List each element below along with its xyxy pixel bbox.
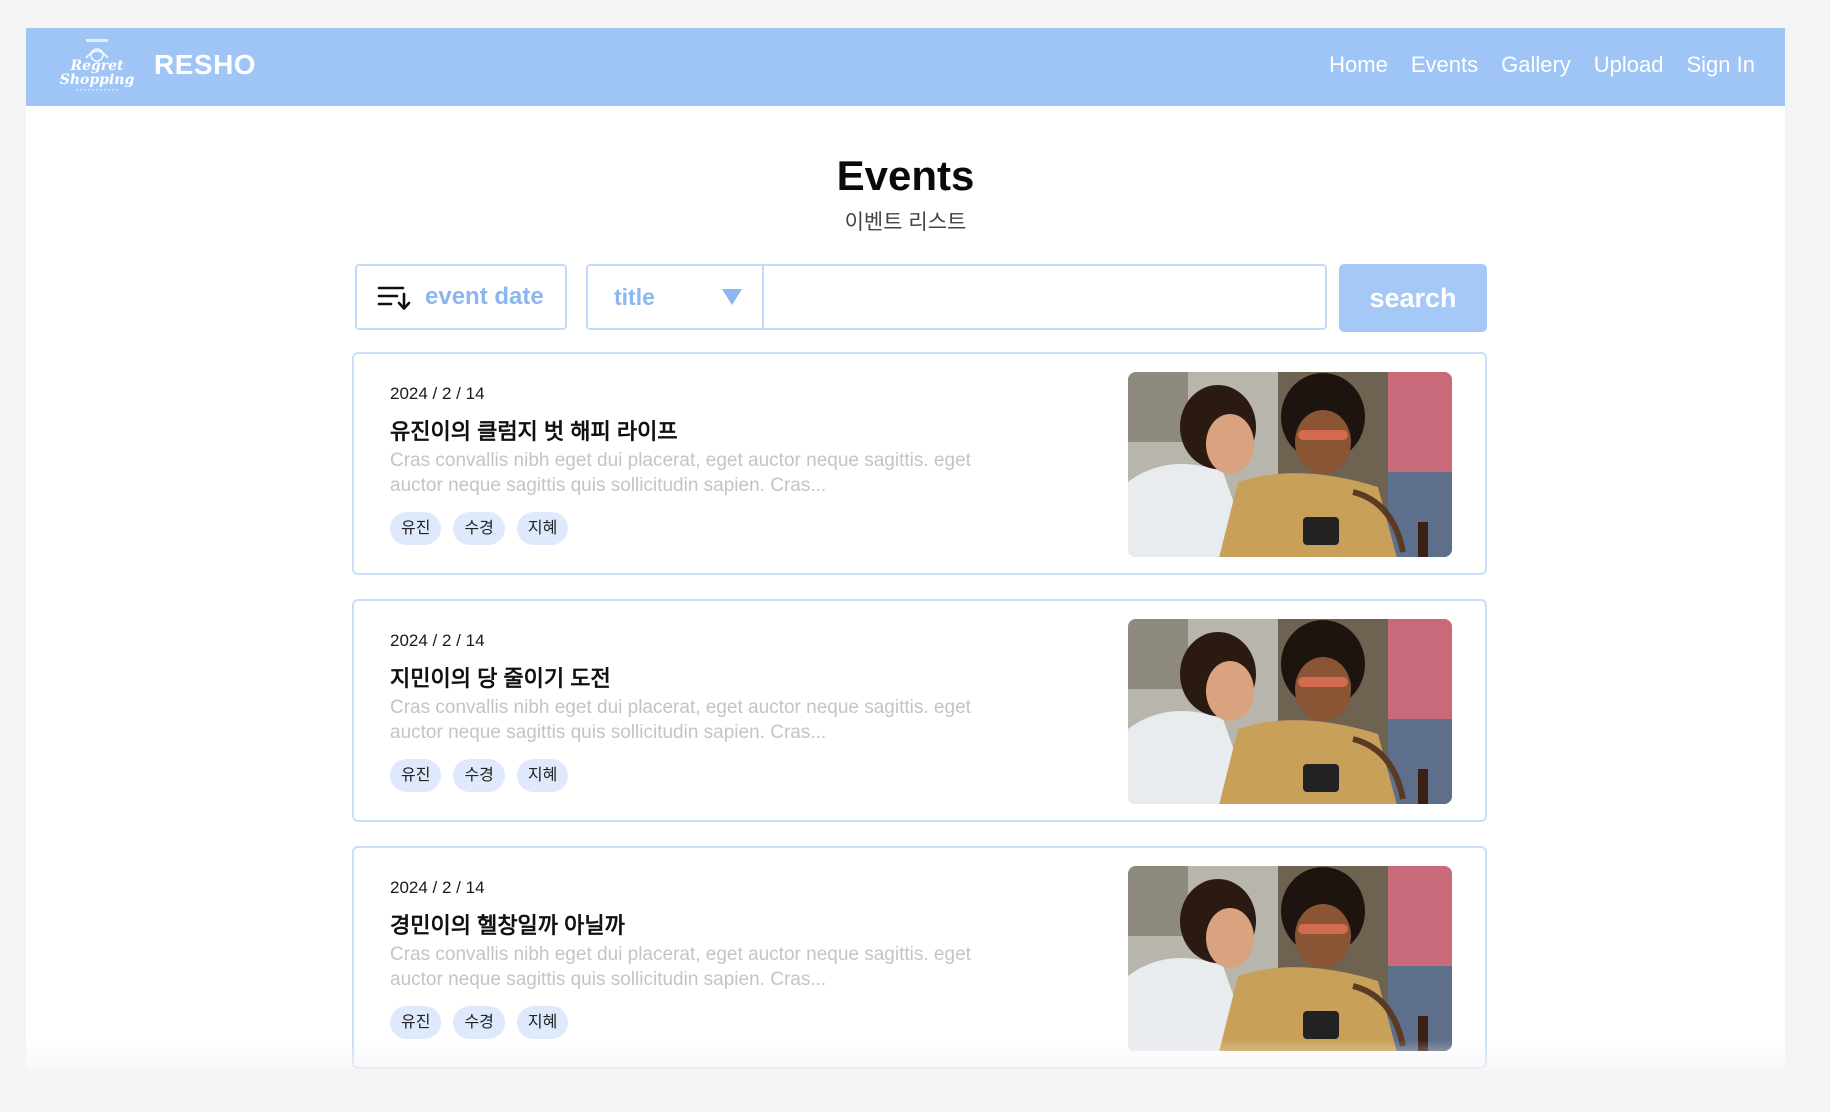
event-image[interactable] xyxy=(1128,619,1452,804)
sort-label: event date xyxy=(425,283,544,310)
sort-button[interactable]: event date xyxy=(355,264,567,330)
tag[interactable]: 수경 xyxy=(453,759,505,792)
brand-name[interactable]: RESHO xyxy=(154,49,256,81)
logo[interactable]: Regret Shopping xyxy=(56,38,138,96)
event-date: 2024 / 2 / 14 xyxy=(390,878,485,897)
event-description-line: Cras convallis nibh eget dui placerat, e… xyxy=(390,697,971,718)
chevron-down-icon xyxy=(722,289,742,305)
nav-links: Home Events Gallery Upload Sign In xyxy=(1329,52,1755,78)
event-title[interactable]: 경민이의 헬창일까 아닐까 xyxy=(390,908,625,940)
search-input[interactable] xyxy=(764,266,1325,328)
tag[interactable]: 지혜 xyxy=(516,512,569,545)
event-description-line: auctor neque sagittis quis sollicitudin … xyxy=(390,475,827,496)
bottom-fade xyxy=(26,1040,1785,1070)
event-description-line: Cras convallis nibh eget dui placerat, e… xyxy=(390,450,971,471)
nav-sign-in[interactable]: Sign In xyxy=(1687,52,1756,78)
event-card[interactable]: 2024 / 2 / 14 지민이의 당 줄이기 도전 Cras convall… xyxy=(352,599,1487,822)
page-title: Events xyxy=(836,152,975,199)
logo-icon: Regret Shopping xyxy=(60,39,135,91)
nav-gallery[interactable]: Gallery xyxy=(1501,52,1571,78)
app-window: Regret Shopping RESHO Home Events Galler… xyxy=(26,28,1785,1070)
event-tags: 유진 수경 지혜 xyxy=(390,512,569,545)
event-description: Cras convallis nibh eget dui placerat, e… xyxy=(390,942,1040,992)
event-description: Cras convallis nibh eget dui placerat, e… xyxy=(390,695,1040,745)
filter-selected-value: title xyxy=(614,283,655,310)
search-filter-select[interactable]: title xyxy=(588,266,764,328)
event-photo xyxy=(1128,619,1452,804)
nav-home[interactable]: Home xyxy=(1329,52,1388,78)
tag[interactable]: 수경 xyxy=(453,512,505,545)
tag[interactable]: 수경 xyxy=(453,1006,505,1039)
tag[interactable]: 지혜 xyxy=(516,1006,569,1039)
event-tags: 유진 수경 지혜 xyxy=(390,759,569,792)
svg-text:Shopping: Shopping xyxy=(60,72,135,88)
search-group: title xyxy=(586,264,1327,330)
nav-upload[interactable]: Upload xyxy=(1594,52,1664,78)
search-button[interactable]: search xyxy=(1339,264,1487,332)
event-tags: 유진 수경 지혜 xyxy=(390,1006,569,1039)
navbar: Regret Shopping RESHO Home Events Galler… xyxy=(26,28,1785,106)
event-date: 2024 / 2 / 14 xyxy=(390,384,485,403)
page-subtitle: 이벤트 리스트 xyxy=(844,211,967,234)
sort-descending-icon xyxy=(377,286,411,310)
event-description-line: auctor neque sagittis quis sollicitudin … xyxy=(390,969,827,990)
event-card[interactable]: 2024 / 2 / 14 경민이의 헬창일까 아닐까 Cras convall… xyxy=(352,846,1487,1069)
tag[interactable]: 지혜 xyxy=(516,759,569,792)
tag[interactable]: 유진 xyxy=(390,1006,442,1039)
event-image[interactable] xyxy=(1128,866,1452,1051)
event-date: 2024 / 2 / 14 xyxy=(390,631,485,650)
event-image[interactable] xyxy=(1128,372,1452,557)
event-description-line: Cras convallis nibh eget dui placerat, e… xyxy=(390,944,971,965)
event-description: Cras convallis nibh eget dui placerat, e… xyxy=(390,448,1040,498)
event-photo xyxy=(1128,372,1452,557)
nav-events[interactable]: Events xyxy=(1411,52,1478,78)
event-card[interactable]: 2024 / 2 / 14 유진이의 클럼지 벗 해피 라이프 Cras con… xyxy=(352,352,1487,575)
event-photo xyxy=(1128,866,1452,1051)
event-title[interactable]: 지민이의 당 줄이기 도전 xyxy=(390,661,611,693)
event-title[interactable]: 유진이의 클럼지 벗 해피 라이프 xyxy=(390,414,678,446)
tag[interactable]: 유진 xyxy=(390,512,442,545)
event-description-line: auctor neque sagittis quis sollicitudin … xyxy=(390,722,827,743)
tag[interactable]: 유진 xyxy=(390,759,442,792)
